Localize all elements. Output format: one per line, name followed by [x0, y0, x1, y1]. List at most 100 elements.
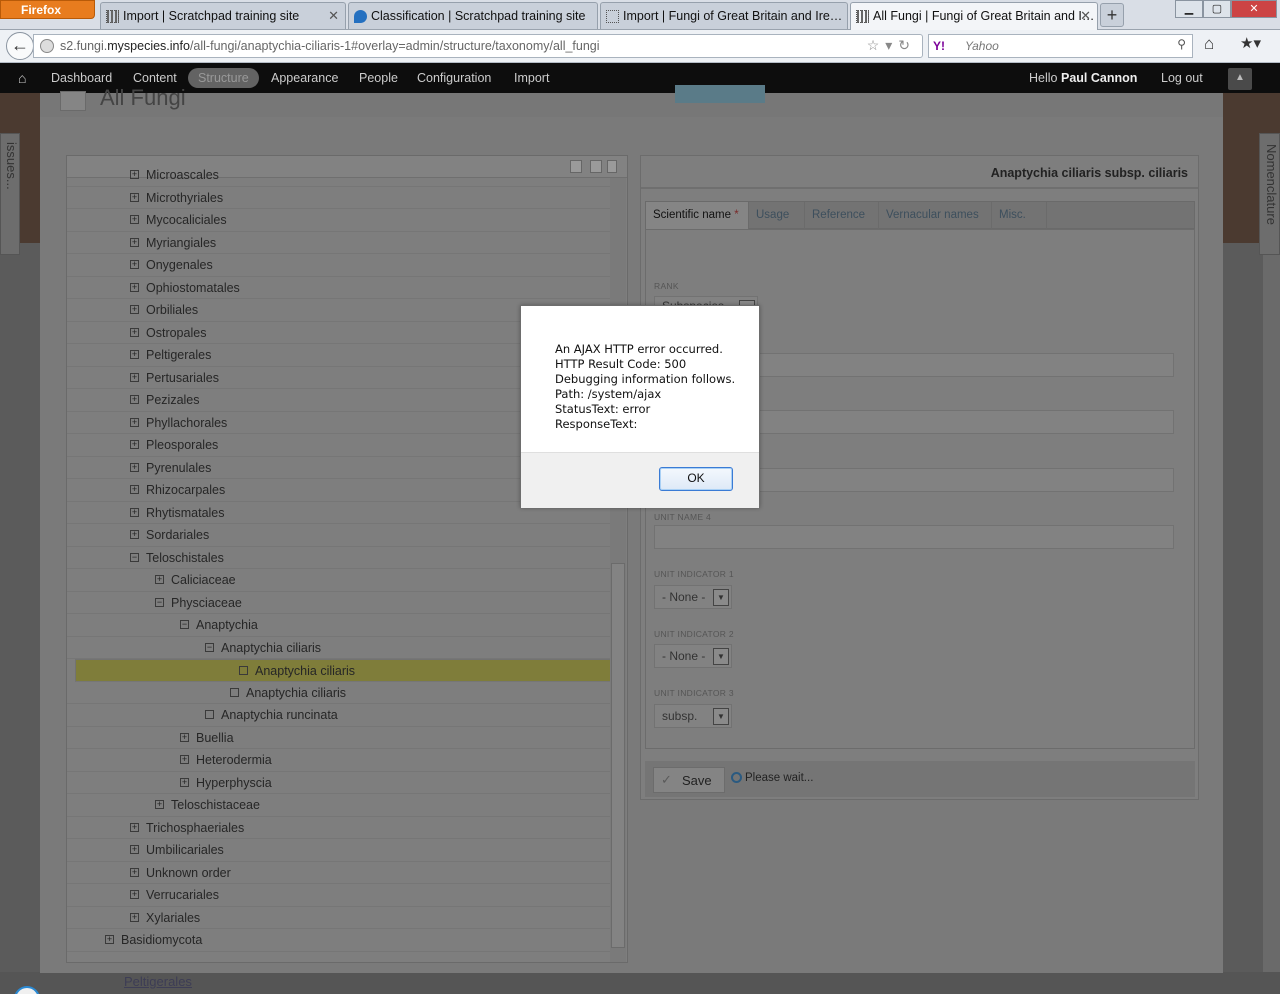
- expand-icon[interactable]: +: [130, 507, 139, 517]
- tree-row[interactable]: + Heterodermia: [67, 749, 612, 772]
- bookmarks-icon[interactable]: ★▾: [1240, 34, 1261, 52]
- tree-row-label[interactable]: Orbiliales: [146, 303, 198, 317]
- tree-row[interactable]: + Xylariales: [67, 907, 612, 929]
- tree-row-label[interactable]: Ophiostomatales: [146, 281, 240, 295]
- collapse-icon[interactable]: −: [180, 620, 189, 629]
- browser-tab-2[interactable]: Classification | Scratchpad training sit…: [348, 2, 598, 29]
- close-tab-icon[interactable]: ✕: [1080, 8, 1091, 24]
- tree-row-label[interactable]: Onygenales: [146, 258, 213, 272]
- tree-row-label[interactable]: Verrucariales: [146, 888, 219, 902]
- expand-icon[interactable]: +: [130, 912, 139, 922]
- back-arrow-icon[interactable]: ←: [6, 32, 34, 60]
- maximize-window-button[interactable]: ▢: [1203, 0, 1231, 18]
- menu-configuration[interactable]: Configuration: [417, 71, 491, 85]
- search-icon[interactable]: ⚲: [1177, 37, 1186, 51]
- unit-indicator-3-select[interactable]: subsp. ▼: [654, 704, 732, 728]
- firefox-menu-button[interactable]: Firefox: [0, 0, 95, 19]
- tab-usage[interactable]: Usage: [749, 202, 805, 229]
- tree-row-label[interactable]: Anaptychia ciliaris: [255, 664, 355, 678]
- new-tab-button[interactable]: +: [1100, 3, 1124, 27]
- expand-icon[interactable]: +: [130, 237, 139, 247]
- tree-row-label[interactable]: Teloschistaceae: [171, 798, 260, 812]
- menu-structure[interactable]: Structure: [188, 68, 259, 88]
- close-tab-icon[interactable]: ✕: [328, 8, 339, 24]
- tree-row[interactable]: Anaptychia ciliaris: [67, 682, 612, 704]
- nomenclature-tab[interactable]: Nomenclature: [1259, 133, 1280, 255]
- tree-row[interactable]: + Hyperphyscia: [67, 772, 612, 794]
- expand-icon[interactable]: +: [130, 215, 139, 224]
- menu-import[interactable]: Import: [514, 71, 549, 85]
- browser-tab-3[interactable]: Import | Fungi of Great Britain and Ire…: [600, 2, 848, 29]
- tree-row-label[interactable]: Unknown order: [146, 866, 231, 880]
- expand-icon[interactable]: +: [180, 777, 189, 787]
- expand-icon[interactable]: +: [130, 822, 139, 832]
- tree-scrollbar[interactable]: [610, 178, 626, 962]
- tree-row-label[interactable]: Umbilicariales: [146, 843, 224, 857]
- expand-icon[interactable]: +: [130, 350, 139, 359]
- save-button[interactable]: ✓ Save: [653, 767, 725, 793]
- tree-row-label[interactable]: Heterodermia: [196, 753, 272, 767]
- tree-row-label[interactable]: Phyllachorales: [146, 416, 227, 430]
- expand-icon[interactable]: +: [130, 890, 139, 899]
- expand-icon[interactable]: +: [130, 440, 139, 449]
- tab-reference[interactable]: Reference: [805, 202, 879, 229]
- tree-row-label[interactable]: Myriangiales: [146, 236, 216, 250]
- expand-icon[interactable]: +: [130, 530, 139, 539]
- expand-icon[interactable]: +: [130, 867, 139, 877]
- tree-row[interactable]: + Microthyriales: [67, 187, 612, 209]
- tree-row[interactable]: + Onygenales: [67, 254, 612, 277]
- tree-row-label[interactable]: Sordariales: [146, 528, 209, 542]
- tree-row[interactable]: − Anaptychia ciliaris: [67, 637, 612, 659]
- tree-row[interactable]: + Umbilicariales: [67, 839, 612, 862]
- tree-row[interactable]: + Trichosphaeriales: [67, 817, 612, 839]
- expand-icon[interactable]: +: [130, 260, 139, 269]
- tree-row-label[interactable]: Peltigerales: [146, 348, 211, 362]
- star-icon[interactable]: ☆▾↻: [867, 37, 916, 54]
- tree-scroll-thumb[interactable]: [611, 563, 625, 948]
- tree-row-label[interactable]: Microascales: [146, 168, 219, 182]
- unit-indicator-2-select[interactable]: - None - ▼: [654, 644, 732, 668]
- unit-indicator-1-select[interactable]: - None - ▼: [654, 585, 732, 609]
- logout-link[interactable]: Log out: [1161, 71, 1203, 85]
- tree-row[interactable]: + Verrucariales: [67, 884, 612, 907]
- unit-name-4-input[interactable]: [654, 525, 1174, 549]
- tree-row-label[interactable]: Rhizocarpales: [146, 483, 225, 497]
- tree-row-label[interactable]: Rhytismatales: [146, 506, 225, 520]
- tree-row[interactable]: − Physciaceae: [67, 592, 612, 614]
- tree-row[interactable]: + Microascales: [67, 164, 612, 187]
- tree-row-label[interactable]: Microthyriales: [146, 191, 223, 205]
- tree-row[interactable]: Anaptychia runcinata: [67, 704, 612, 727]
- tree-row-label[interactable]: Pezizales: [146, 393, 200, 407]
- tree-row-label[interactable]: Basidiomycota: [121, 933, 202, 947]
- tree-row-label[interactable]: Xylariales: [146, 911, 200, 925]
- tree-row[interactable]: + Sordariales: [67, 524, 612, 547]
- tab-scientific-name[interactable]: Scientific name *: [646, 202, 749, 229]
- expand-icon[interactable]: +: [130, 170, 139, 179]
- address-bar[interactable]: s2.fungi.myspecies.info/all-fungi/anapty…: [33, 34, 923, 58]
- expand-icon[interactable]: +: [130, 305, 139, 314]
- tree-row[interactable]: + Caliciaceae: [67, 569, 612, 592]
- tree-row-label[interactable]: Anaptychia runcinata: [221, 708, 338, 722]
- collapse-icon[interactable]: −: [205, 642, 214, 652]
- tab-vernacular-names[interactable]: Vernacular names: [879, 202, 992, 229]
- tree-row-label[interactable]: Ostropales: [146, 326, 206, 340]
- collapse-icon[interactable]: −: [130, 552, 139, 562]
- tree-row-label[interactable]: Anaptychia: [196, 618, 258, 632]
- tree-row-label[interactable]: Pyrenulales: [146, 461, 211, 475]
- expand-icon[interactable]: +: [180, 732, 189, 742]
- close-window-button[interactable]: ✕: [1231, 0, 1277, 18]
- tree-row-label[interactable]: Buellia: [196, 731, 234, 745]
- tab-misc[interactable]: Misc.: [992, 202, 1047, 229]
- tree-row-label[interactable]: Trichosphaeriales: [146, 821, 244, 835]
- tree-row[interactable]: + Myriangiales: [67, 232, 612, 254]
- collapse-toolbar-icon[interactable]: ▲: [1228, 68, 1252, 90]
- yahoo-icon[interactable]: Y!: [933, 39, 945, 53]
- expand-icon[interactable]: +: [105, 935, 114, 944]
- issues-tab[interactable]: issues...: [0, 133, 20, 255]
- home-icon[interactable]: ⌂: [18, 70, 26, 86]
- menu-appearance[interactable]: Appearance: [271, 71, 338, 85]
- tree-row[interactable]: − Anaptychia: [67, 614, 612, 637]
- tree-row-label[interactable]: Hyperphyscia: [196, 776, 272, 790]
- expand-icon[interactable]: +: [130, 395, 139, 404]
- expand-icon[interactable]: +: [130, 485, 139, 494]
